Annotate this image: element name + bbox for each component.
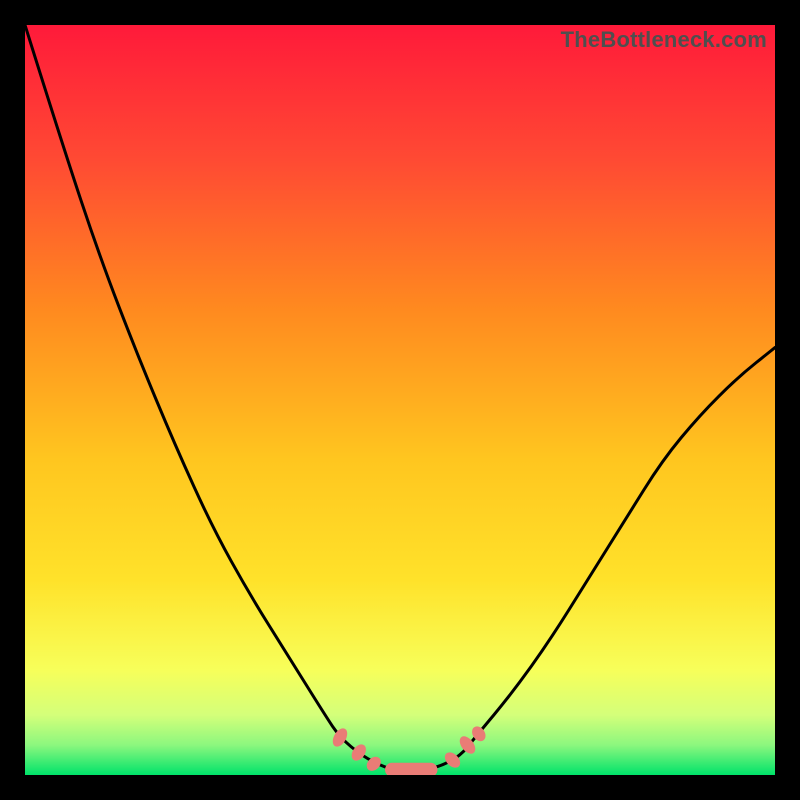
marker-capsule: [385, 763, 438, 775]
gradient-background: [25, 25, 775, 775]
plot-area: TheBottleneck.com: [25, 25, 775, 775]
watermark-text: TheBottleneck.com: [561, 27, 767, 53]
outer-frame: TheBottleneck.com: [0, 0, 800, 800]
chart-svg: [25, 25, 775, 775]
